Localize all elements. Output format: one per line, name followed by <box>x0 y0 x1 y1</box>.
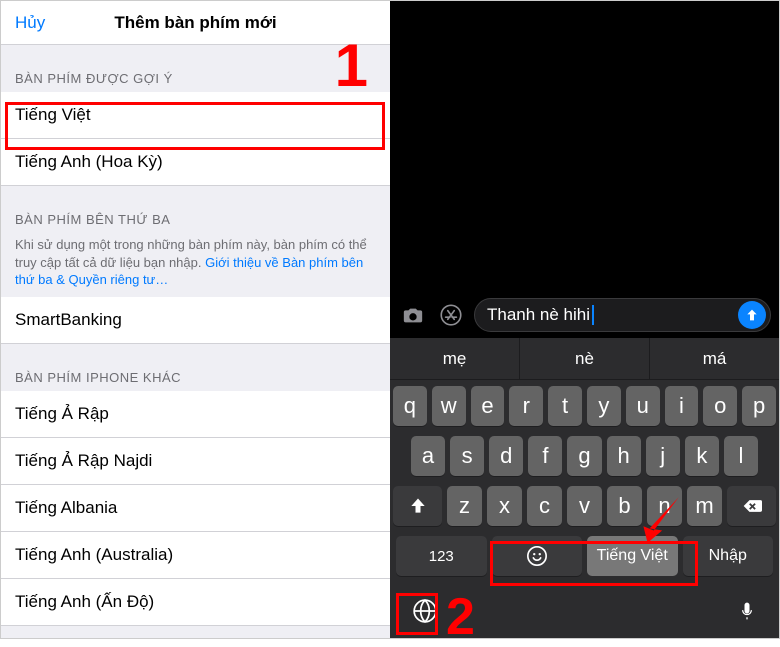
key-l[interactable]: l <box>724 436 758 476</box>
key-z[interactable]: z <box>447 486 482 526</box>
key-c[interactable]: c <box>527 486 562 526</box>
key-x[interactable]: x <box>487 486 522 526</box>
numbers-key[interactable]: 123 <box>396 536 487 576</box>
section-header-thirdparty: BÀN PHÍM BÊN THỨ BA <box>1 186 390 233</box>
key-v[interactable]: v <box>567 486 602 526</box>
globe-icon[interactable] <box>408 594 442 628</box>
key-q[interactable]: q <box>393 386 427 426</box>
key-n[interactable]: n <box>647 486 682 526</box>
key-o[interactable]: o <box>703 386 737 426</box>
return-key[interactable]: Nhập <box>683 536 774 576</box>
suggestion[interactable]: má <box>650 338 779 379</box>
key-i[interactable]: i <box>665 386 699 426</box>
spacebar-row: 123 Tiếng Việt Nhập <box>393 536 776 576</box>
key-row-3: z x c v b n m <box>393 486 776 526</box>
message-input-bar: Thanh nè hihi <box>390 292 779 338</box>
suggestion[interactable]: mẹ <box>390 338 520 379</box>
spacebar[interactable]: Tiếng Việt <box>587 536 678 576</box>
key-a[interactable]: a <box>411 436 445 476</box>
keyboard-option-smartbanking[interactable]: SmartBanking <box>1 297 390 344</box>
backspace-key[interactable] <box>727 486 776 526</box>
key-s[interactable]: s <box>450 436 484 476</box>
key-k[interactable]: k <box>685 436 719 476</box>
key-e[interactable]: e <box>471 386 505 426</box>
key-row-1: q w e r t y u i o p <box>393 386 776 426</box>
section-header-suggested: BÀN PHÍM ĐƯỢC GỢI Ý <box>1 45 390 92</box>
conversation-area <box>390 1 779 292</box>
appstore-icon[interactable] <box>436 300 466 330</box>
suggestion-bar: mẹ nè má <box>390 338 779 380</box>
key-row-2: a s d f g h j k l <box>393 436 776 476</box>
annotation-number-2: 2 <box>446 587 475 647</box>
key-f[interactable]: f <box>528 436 562 476</box>
annotation-number-1: 1 <box>335 31 368 100</box>
key-m[interactable]: m <box>687 486 722 526</box>
key-w[interactable]: w <box>432 386 466 426</box>
suggestion[interactable]: nè <box>520 338 650 379</box>
keyboard-option[interactable]: Tiếng Albania <box>1 485 390 532</box>
section-header-other: BÀN PHÍM IPHONE KHÁC <box>1 344 390 391</box>
key-t[interactable]: t <box>548 386 582 426</box>
keyboard-option[interactable]: Tiếng Anh (Ấn Độ) <box>1 579 390 626</box>
keyboard-option-english-us[interactable]: Tiếng Anh (Hoa Kỳ) <box>1 139 390 186</box>
key-g[interactable]: g <box>567 436 601 476</box>
page-title: Thêm bàn phím mới <box>114 13 276 33</box>
key-h[interactable]: h <box>607 436 641 476</box>
cancel-button[interactable]: Hủy <box>1 13 59 33</box>
mic-icon[interactable] <box>733 597 761 625</box>
key-b[interactable]: b <box>607 486 642 526</box>
settings-add-keyboard-screen: Hủy Thêm bàn phím mới BÀN PHÍM ĐƯỢC GỢI … <box>1 1 390 638</box>
message-input-wrap[interactable]: Thanh nè hihi <box>474 298 771 332</box>
send-button[interactable] <box>738 301 766 329</box>
camera-icon[interactable] <box>398 300 428 330</box>
message-input[interactable]: Thanh nè hihi <box>487 305 738 326</box>
keyboard-option[interactable]: Tiếng Ả Rập Najdi <box>1 438 390 485</box>
messages-keyboard-screen: Thanh nè hihi mẹ nè má q w e r t y u i o… <box>390 1 779 638</box>
key-r[interactable]: r <box>509 386 543 426</box>
thirdparty-description: Khi sử dụng một trong những bàn phím này… <box>1 233 390 297</box>
keyboard-option[interactable]: Tiếng Ả Rập <box>1 391 390 438</box>
key-u[interactable]: u <box>626 386 660 426</box>
key-j[interactable]: j <box>646 436 680 476</box>
emoji-key[interactable] <box>492 536 583 576</box>
keyboard-option-vietnamese[interactable]: Tiếng Việt <box>1 92 390 139</box>
keyboard-option[interactable]: Tiếng Anh (Australia) <box>1 532 390 579</box>
key-d[interactable]: d <box>489 436 523 476</box>
shift-key[interactable] <box>393 486 442 526</box>
key-y[interactable]: y <box>587 386 621 426</box>
key-p[interactable]: p <box>742 386 776 426</box>
nav-header: Hủy Thêm bàn phím mới <box>1 1 390 45</box>
